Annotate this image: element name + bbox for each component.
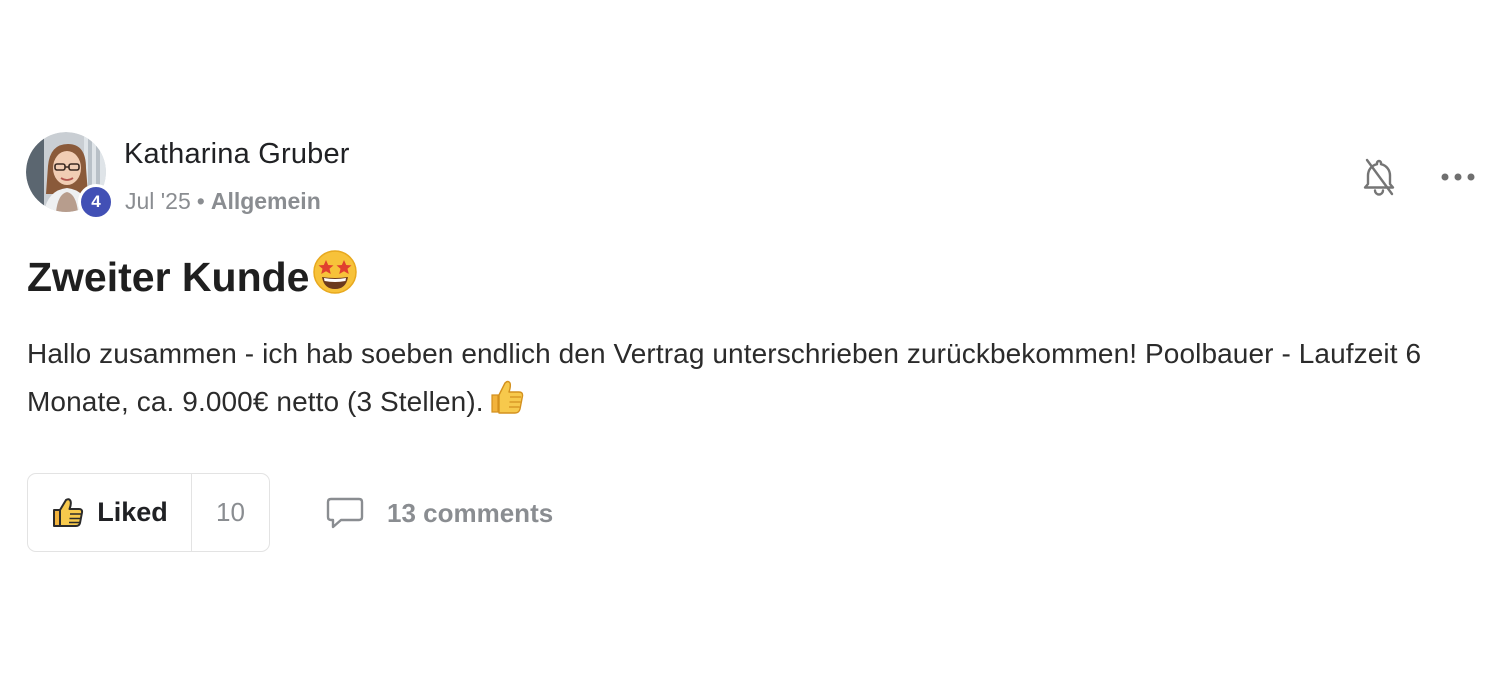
notification-toggle-button[interactable] — [1358, 154, 1400, 200]
comments-label: 13 comments — [387, 497, 554, 528]
more-horizontal-icon — [1441, 173, 1475, 181]
author-avatar[interactable]: 4 — [26, 132, 114, 220]
post-date[interactable]: Jul '25 — [125, 188, 191, 214]
post-header: 4 Katharina Gruber Jul '25 • Allgemein — [26, 132, 1478, 220]
thumbs-up-emoji — [486, 377, 526, 431]
like-label: Liked — [97, 497, 168, 527]
like-control: Liked 10 — [27, 473, 270, 552]
post-body-text: Hallo zusammen - ich hab soeben endlich … — [27, 338, 1422, 417]
star-struck-emoji — [311, 248, 359, 306]
comment-bubble-icon — [325, 496, 365, 530]
like-count[interactable]: 10 — [192, 474, 269, 551]
post-title-text: Zweiter Kunde — [27, 253, 310, 300]
meta-separator: • — [196, 188, 205, 214]
author-name[interactable]: Katharina Gruber — [124, 138, 350, 171]
post-meta: Jul '25 • Allgemein — [125, 188, 321, 215]
post-title: Zweiter Kunde — [27, 248, 359, 306]
like-button[interactable]: Liked — [28, 474, 192, 551]
level-badge: 4 — [78, 184, 114, 220]
post-body: Hallo zusammen - ich hab soeben endlich … — [27, 330, 1477, 431]
more-options-button[interactable] — [1438, 162, 1478, 192]
post-card: 4 Katharina Gruber Jul '25 • Allgemein Zwe… — [0, 0, 1500, 700]
comments-button[interactable]: 13 comments — [325, 493, 553, 533]
post-category[interactable]: Allgemein — [211, 188, 321, 214]
bell-off-icon — [1363, 158, 1395, 196]
thumbs-up-icon — [51, 497, 85, 529]
